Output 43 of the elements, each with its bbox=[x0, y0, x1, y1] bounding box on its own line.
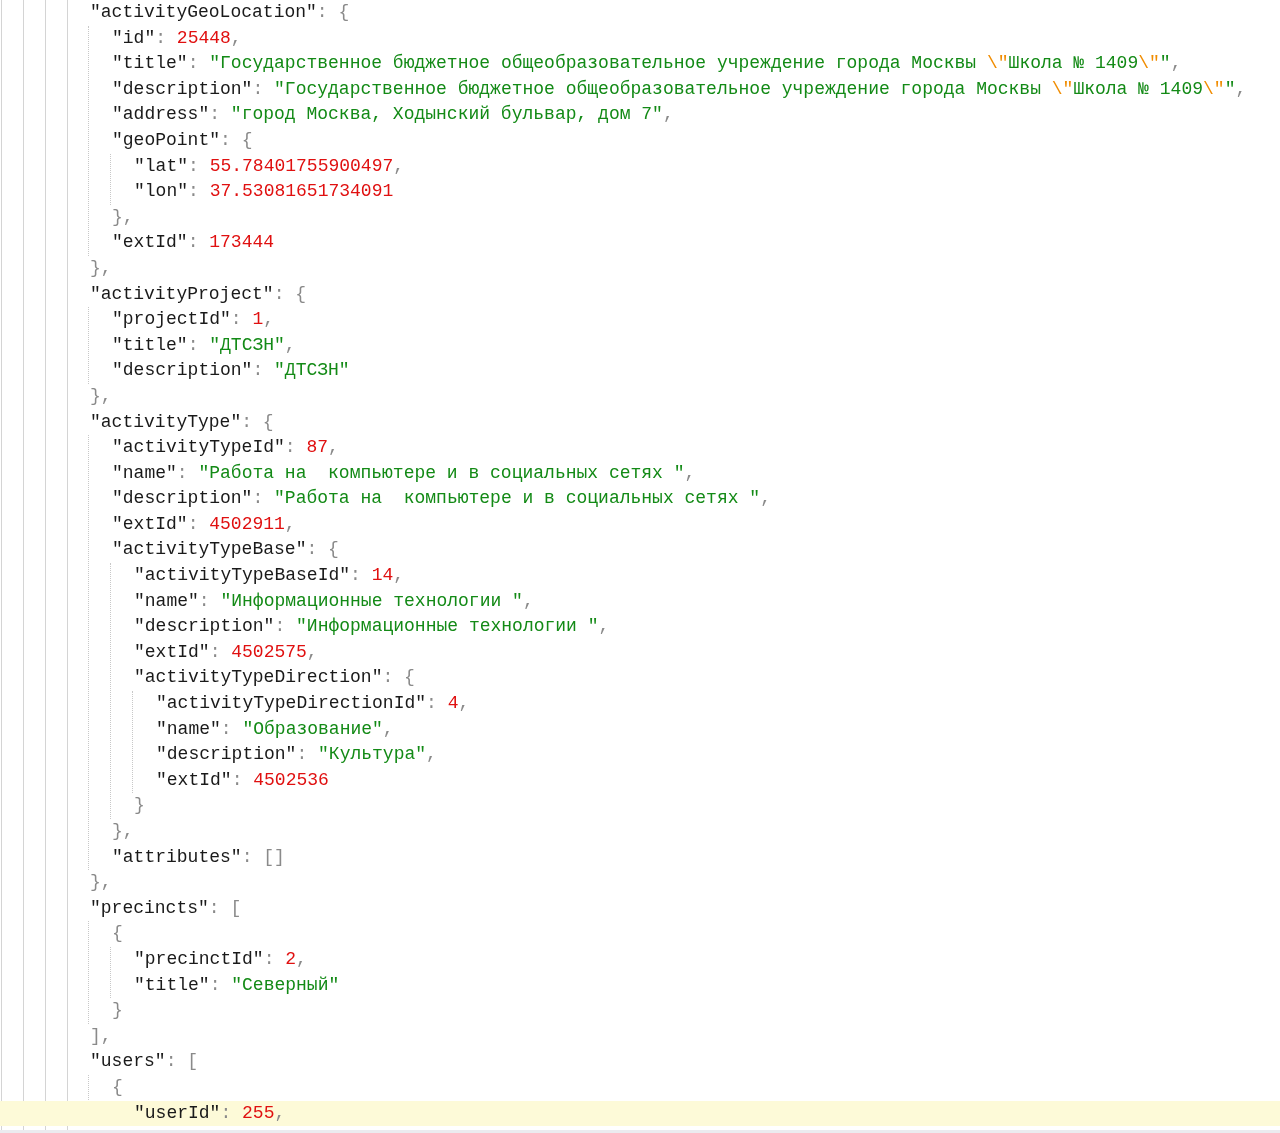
code-line: }, bbox=[90, 384, 113, 408]
code-line: "users": [ bbox=[90, 1050, 200, 1074]
code-line: "activityTypeBaseId": 14, bbox=[134, 564, 406, 588]
code-line: "description": "Информационные технологии ", bbox=[134, 615, 611, 639]
code-line: }, bbox=[90, 256, 113, 280]
code-line: } bbox=[112, 999, 124, 1023]
code-line: "activityTypeBase": { bbox=[112, 538, 340, 562]
code-line: "attributes": [] bbox=[112, 845, 286, 869]
code-line: "title": "Государственное бюджетное общеобразовательное учреждение города Москвы \"Школа № 1409\"", bbox=[112, 52, 1183, 76]
code-line: } bbox=[134, 794, 146, 818]
code-line: "title": "Северный" bbox=[134, 973, 341, 997]
code-line: "extId": 173444 bbox=[112, 231, 276, 255]
code-line: "address": "город Москва, Ходынский бульвар, дом 7", bbox=[112, 103, 675, 127]
code-line: "activityProject": { bbox=[90, 282, 308, 306]
code-line: "precincts": [ bbox=[90, 896, 243, 920]
code-line: "description": "Культура", bbox=[156, 743, 438, 767]
code-line: ], bbox=[90, 1024, 113, 1048]
code-line: "geoPoint": { bbox=[112, 128, 254, 152]
code-line: "title": "ДТСЗН", bbox=[112, 333, 297, 357]
code-line: "activityGeoLocation": { bbox=[90, 1, 351, 24]
code-line: "extId": 4502911, bbox=[112, 512, 297, 536]
code-line: "description": "ДТСЗН" bbox=[112, 359, 351, 383]
code-line: "name": "Информационные технологии ", bbox=[134, 589, 535, 613]
code-line: { bbox=[112, 922, 124, 946]
code-line: "extId": 4502575, bbox=[134, 640, 319, 664]
code-line: { bbox=[112, 1075, 124, 1099]
code-line: "name": "Образование", bbox=[156, 717, 395, 741]
code-line: "description": "Государственное бюджетное общеобразовательное учреждение города Москвы \"Школа № 1409\"", bbox=[112, 77, 1248, 101]
code-line: "lon": 37.53081651734091 bbox=[134, 180, 395, 204]
code-line: "activityTypeDirection": { bbox=[134, 666, 416, 690]
code-line: "precinctId": 2, bbox=[134, 947, 308, 971]
code-line: }, bbox=[90, 871, 113, 895]
code-line: "description": "Работа на компьютере и в социальных сетях ", bbox=[112, 487, 772, 511]
code-line: "activityTypeId": 87, bbox=[112, 436, 340, 460]
code-line: "activityType": { bbox=[90, 410, 275, 434]
code-line: }, bbox=[112, 820, 135, 843]
code-line: "name": "Работа на компьютере и в социальных сетях ", bbox=[112, 461, 697, 485]
code-line: "projectId": 1, bbox=[112, 308, 276, 332]
code-line: "id": 25448, bbox=[112, 26, 243, 50]
code-line: "extId": 4502536 bbox=[156, 768, 330, 792]
code-line: "lat": 55.78401755900497, bbox=[134, 154, 406, 178]
code-line: }, bbox=[112, 205, 135, 229]
code-line: "activityTypeDirectionId": 4, bbox=[156, 692, 471, 716]
